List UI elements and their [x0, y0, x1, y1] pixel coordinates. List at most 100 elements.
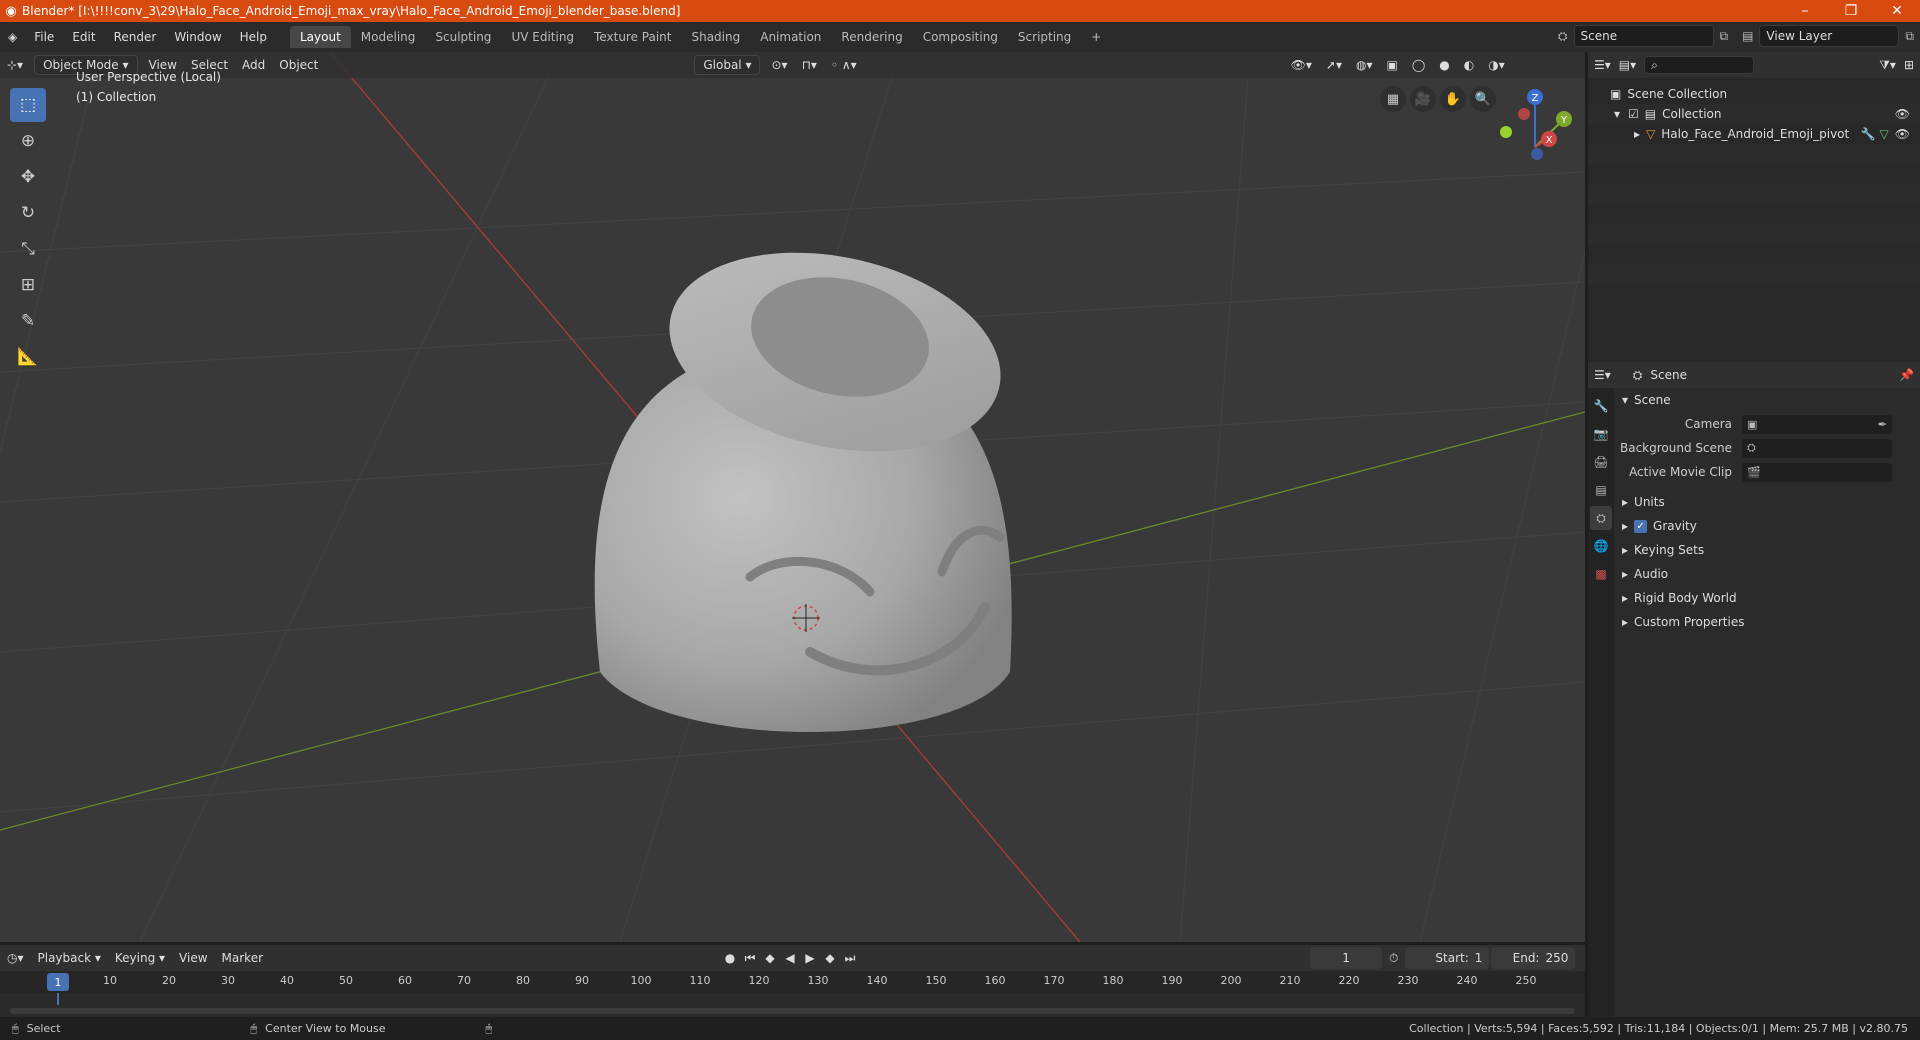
- annotate-tool-icon[interactable]: ✎: [10, 304, 46, 338]
- eye-icon[interactable]: 👁: [1895, 107, 1910, 121]
- preview-range-icon[interactable]: ⏱: [1382, 949, 1405, 968]
- select-box-tool-icon[interactable]: ⬚: [10, 88, 46, 122]
- close-button[interactable]: ✕: [1874, 3, 1920, 19]
- view-layer-selector[interactable]: View Layer: [1759, 25, 1900, 47]
- play-reverse-icon[interactable]: ◀: [780, 951, 800, 965]
- minimize-button[interactable]: –: [1782, 3, 1828, 19]
- filter-icon[interactable]: ⧩▾: [1879, 58, 1896, 73]
- background-scene-field[interactable]: ⛭: [1742, 438, 1892, 458]
- current-frame-field[interactable]: 1: [1310, 947, 1383, 969]
- solid-shading-icon[interactable]: ●: [1432, 56, 1456, 74]
- menu-object[interactable]: Object: [272, 56, 325, 74]
- pivot-icon[interactable]: ⊙▾: [764, 56, 794, 74]
- tab-animation[interactable]: Animation: [750, 26, 831, 48]
- expand-arrow-icon[interactable]: ▾: [1614, 107, 1620, 121]
- display-mode-icon[interactable]: ▤▾: [1619, 58, 1636, 72]
- cursor-tool-icon[interactable]: ⊕: [10, 124, 46, 158]
- move-tool-icon[interactable]: ✥: [10, 160, 46, 194]
- pin-icon[interactable]: 📌: [1899, 368, 1914, 382]
- gizmo-toggle-icon[interactable]: ➚▾: [1319, 56, 1349, 74]
- add-workspace-button[interactable]: +: [1081, 26, 1111, 48]
- menu-file[interactable]: File: [25, 30, 63, 44]
- proportional-edit-icon[interactable]: ◦ ∧▾: [824, 56, 864, 74]
- tab-uv-editing[interactable]: UV Editing: [501, 26, 584, 48]
- scale-tool-icon[interactable]: ⤡: [10, 232, 46, 266]
- tree-row-scene-collection[interactable]: ▣ Scene Collection: [1588, 84, 1920, 104]
- transform-tool-icon[interactable]: ⊞: [10, 268, 46, 302]
- frame-ruler[interactable]: 10 20 30 40 50 60 70 80 90 100 110 120 1…: [0, 971, 1585, 993]
- rotate-tool-icon[interactable]: ↻: [10, 196, 46, 230]
- menu-render[interactable]: Render: [105, 30, 166, 44]
- keying-sets-panel[interactable]: ▸ Keying Sets: [1618, 538, 1920, 562]
- material-shading-icon[interactable]: ◐: [1457, 56, 1481, 74]
- pan-hand-icon[interactable]: ✋: [1440, 86, 1466, 112]
- wireframe-shading-icon[interactable]: ◯: [1405, 56, 1432, 74]
- menu-keying[interactable]: Keying ▾: [108, 949, 172, 967]
- orientation-selector[interactable]: Global ▾: [694, 55, 761, 75]
- end-frame-field[interactable]: End: 250: [1491, 947, 1576, 969]
- gravity-panel[interactable]: ▸ ✓ Gravity: [1618, 514, 1920, 538]
- gravity-checkbox[interactable]: ✓: [1634, 519, 1648, 533]
- tab-sculpting[interactable]: Sculpting: [425, 26, 501, 48]
- blender-menu-icon[interactable]: ◈: [0, 30, 25, 44]
- menu-marker[interactable]: Marker: [215, 949, 270, 967]
- new-scene-icon[interactable]: ⧉: [1720, 29, 1729, 44]
- new-view-layer-icon[interactable]: ⧉: [1905, 29, 1914, 44]
- 3d-viewport[interactable]: Z Y X ⊹▾ Object Mode ▾ View Select Add O…: [0, 52, 1585, 942]
- menu-help[interactable]: Help: [231, 30, 276, 44]
- tool-tab-icon[interactable]: 🔧: [1590, 394, 1612, 418]
- expand-arrow-icon[interactable]: ▸: [1634, 127, 1640, 141]
- jump-end-icon[interactable]: ⏭: [840, 951, 860, 966]
- visibility-icon[interactable]: 👁▾: [1284, 56, 1319, 74]
- tree-row-object[interactable]: ▸ ▽ Halo_Face_Android_Emoji_pivot 🔧 ▽ 👁: [1588, 124, 1920, 144]
- outliner-search-input[interactable]: ⌕: [1644, 56, 1755, 74]
- camera-view-icon[interactable]: 🎥: [1410, 86, 1436, 112]
- camera-field[interactable]: ▣ ✒: [1742, 414, 1892, 434]
- scene-panel-header[interactable]: ▾ Scene: [1618, 388, 1920, 412]
- custom-properties-panel[interactable]: ▸ Custom Properties: [1618, 610, 1920, 634]
- scene-selector[interactable]: Scene: [1573, 25, 1714, 47]
- tab-modeling[interactable]: Modeling: [351, 26, 426, 48]
- tab-rendering[interactable]: Rendering: [831, 26, 912, 48]
- timeline-scrollbar[interactable]: [10, 1008, 1575, 1014]
- snap-icon[interactable]: ⊓▾: [795, 56, 824, 74]
- modifier-icon[interactable]: 🔧: [1861, 127, 1876, 141]
- eye-icon[interactable]: 👁: [1895, 127, 1910, 141]
- new-collection-icon[interactable]: ⊞: [1904, 58, 1914, 72]
- menu-view[interactable]: View: [172, 949, 214, 967]
- outliner-editor-type-icon[interactable]: ☰▾: [1594, 58, 1611, 72]
- rendered-shading-icon[interactable]: ◑▾: [1481, 56, 1512, 74]
- tab-texture-paint[interactable]: Texture Paint: [584, 26, 681, 48]
- properties-editor-type-icon[interactable]: ☰▾: [1594, 368, 1611, 382]
- editor-type-icon[interactable]: ⊹▾: [0, 56, 30, 74]
- mesh-data-icon[interactable]: ▽: [1880, 127, 1889, 141]
- record-icon[interactable]: ●: [720, 951, 740, 965]
- eyedropper-icon[interactable]: ✒: [1878, 418, 1887, 431]
- current-frame-indicator[interactable]: 1: [47, 973, 69, 991]
- movie-clip-field[interactable]: 🎬: [1742, 462, 1892, 482]
- audio-panel[interactable]: ▸ Audio: [1618, 562, 1920, 586]
- scene-tab-icon[interactable]: ⛭: [1590, 506, 1612, 530]
- units-panel[interactable]: ▸ Units: [1618, 490, 1920, 514]
- overlay-toggle-icon[interactable]: ◍▾: [1349, 56, 1380, 74]
- tab-scripting[interactable]: Scripting: [1008, 26, 1081, 48]
- menu-edit[interactable]: Edit: [63, 30, 104, 44]
- prev-keyframe-icon[interactable]: ◆: [760, 951, 780, 965]
- tab-layout[interactable]: Layout: [290, 26, 351, 48]
- restore-button[interactable]: ❐: [1828, 3, 1874, 19]
- menu-playback[interactable]: Playback ▾: [31, 949, 108, 967]
- menu-window[interactable]: Window: [165, 30, 230, 44]
- jump-start-icon[interactable]: ⏮: [740, 951, 760, 966]
- zoom-icon[interactable]: 🔍: [1470, 86, 1496, 112]
- perspective-toggle-icon[interactable]: ▦: [1380, 86, 1406, 112]
- tab-shading[interactable]: Shading: [681, 26, 750, 48]
- render-tab-icon[interactable]: 📷: [1590, 422, 1612, 446]
- tab-compositing[interactable]: Compositing: [913, 26, 1008, 48]
- start-frame-field[interactable]: Start: 1: [1405, 947, 1490, 969]
- next-keyframe-icon[interactable]: ◆: [820, 951, 840, 965]
- view-layer-tab-icon[interactable]: ▤: [1590, 478, 1612, 502]
- tree-row-collection[interactable]: ▾ ☑ ▤ Collection 👁: [1588, 104, 1920, 124]
- texture-tab-icon[interactable]: ▩: [1590, 562, 1612, 586]
- checkbox-icon[interactable]: ☑: [1628, 107, 1639, 121]
- world-tab-icon[interactable]: 🌐: [1590, 534, 1612, 558]
